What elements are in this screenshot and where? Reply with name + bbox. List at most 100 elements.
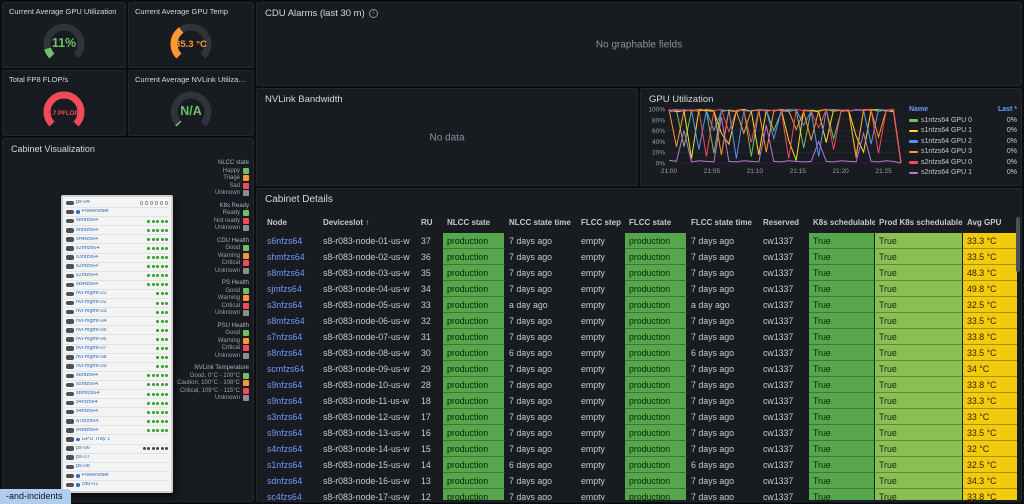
info-icon[interactable]: i: [369, 9, 378, 18]
rack-row-shnfzs64[interactable]: shnfzs64: [65, 226, 169, 235]
column-header-nlcc-state[interactable]: NLCC state: [443, 213, 505, 233]
cell-node[interactable]: sdnfzs64: [263, 473, 319, 489]
rack-row-powershelf[interactable]: Powershelf: [65, 208, 169, 217]
cell-node[interactable]: s3nfzs64: [263, 409, 319, 425]
empty-state-message: No data: [257, 133, 637, 144]
rack-row-nvl-mgmt-08[interactable]: nvl-mgmt-08: [65, 354, 169, 363]
chart-legend-item[interactable]: s1nfzs64 GPU 00%: [909, 115, 1017, 126]
column-header-reserved[interactable]: Reserved: [759, 213, 809, 233]
column-header-deviceslot[interactable]: Deviceslot ↑: [319, 213, 417, 233]
rack-row-s4dfzs64[interactable]: s4dfzs64: [65, 426, 169, 435]
rack-row-nvl-mgmt-09[interactable]: nvl-mgmt-09: [65, 363, 169, 372]
svg-text:21:00: 21:00: [661, 168, 678, 175]
table-scrollbar[interactable]: [1016, 217, 1020, 272]
rack-row-s3nfzs64[interactable]: s3nfzs64: [65, 254, 169, 263]
panel-title[interactable]: CDU Alarms (last 30 m) i: [257, 3, 1021, 19]
column-header-flcc-state[interactable]: FLCC state: [625, 213, 687, 233]
cell-node[interactable]: s9nfzs64: [263, 377, 319, 393]
rack-row-s4nfzs64[interactable]: s4nfzs64: [65, 408, 169, 417]
cell-node[interactable]: s9nfzs64: [263, 425, 319, 441]
rack-row-ps-08[interactable]: ps-08: [65, 463, 169, 472]
cell-node[interactable]: s3nfzs64: [263, 297, 319, 313]
cell-node[interactable]: s7nfzs64: [263, 329, 319, 345]
status-dot: [161, 420, 164, 423]
column-header-avg-gpu[interactable]: Avg GPU: [963, 213, 1017, 233]
chart-legend-item[interactable]: s1nfzs64 GPU 10%: [909, 126, 1017, 137]
cell-node[interactable]: sc4fzs64: [263, 489, 319, 500]
legend-last-header[interactable]: Last *: [998, 104, 1017, 115]
panel-title[interactable]: Cabinet Details: [257, 189, 1021, 205]
status-dots: [147, 429, 168, 432]
panel-title[interactable]: GPU Utilization: [641, 89, 1021, 105]
column-header-ru[interactable]: RU: [417, 213, 443, 233]
cell-avg-gpu: 33.5 °C: [963, 249, 1017, 265]
rack-row-powershelf[interactable]: Powershelf: [65, 472, 169, 481]
panel-title[interactable]: NVLink Bandwidth: [257, 89, 637, 105]
cell-node[interactable]: s1nfzs64: [263, 457, 319, 473]
chart-legend-item[interactable]: s2nfzs64 GPU 10%: [909, 168, 1017, 179]
cell-ru: 33: [417, 297, 443, 313]
rack-row-s8nfzs64[interactable]: s8nfzs64: [65, 372, 169, 381]
chart-legend-item[interactable]: s1nfzs64 GPU 30%: [909, 147, 1017, 158]
legend-name-header[interactable]: Name: [909, 104, 928, 115]
rack-row-s2nfzs64[interactable]: s2nfzs64: [65, 263, 169, 272]
panel-title[interactable]: Cabinet Visualization: [3, 139, 253, 154]
cell-node[interactable]: s8mfzs64: [263, 313, 319, 329]
rack-row-s5nfzs64[interactable]: s5nfzs64: [65, 381, 169, 390]
cell-node[interactable]: s9nfzs64: [263, 393, 319, 409]
cell-node[interactable]: s8nfzs64: [263, 345, 319, 361]
legend-color-chip: [243, 210, 249, 216]
cell-node[interactable]: s6nfzs64: [263, 233, 319, 249]
cell-node[interactable]: shmfzs64: [263, 249, 319, 265]
panel-title[interactable]: Total FP8 FLOP/s: [3, 71, 125, 84]
column-header-flcc-step[interactable]: FLCC step: [577, 213, 625, 233]
cell-ru: 31: [417, 329, 443, 345]
cell-flcc-state-time: 7 days ago: [687, 425, 759, 441]
cell-node[interactable]: sjmfzs64: [263, 281, 319, 297]
status-dot: [165, 447, 168, 450]
rack-row-gpu-tray-1[interactable]: GPU Tray 1: [65, 435, 169, 444]
panel-title[interactable]: Current Average GPU Utilization: [3, 3, 125, 16]
rack-row-nvl-mgmt-04[interactable]: nvl-mgmt-04: [65, 317, 169, 326]
rack-row-nvl-mgmt-02[interactable]: nvl-mgmt-02: [65, 299, 169, 308]
legend-color-chip: [243, 225, 249, 231]
rack-row-cdu-01[interactable]: cdu-01: [65, 481, 169, 489]
rack-row-s2mfzs64[interactable]: s2mfzs64: [65, 244, 169, 253]
cell-deviceslot: s8-r083-node-09-us-w: [319, 361, 417, 377]
rack-row-nvl-mgmt-07[interactable]: nvl-mgmt-07: [65, 345, 169, 354]
column-header-prod-k8s-schedulable[interactable]: Prod K8s schedulable: [875, 213, 963, 233]
chart-legend-item[interactable]: s2nfzs64 GPU 00%: [909, 157, 1017, 168]
rack-row-ps-06[interactable]: ps-06: [65, 445, 169, 454]
rack-row-a7bfzs64[interactable]: a7bfzs64: [65, 417, 169, 426]
column-header-nlcc-state-time[interactable]: NLCC state time: [505, 213, 577, 233]
rack-row-sh4fzs64[interactable]: sh4fzs64: [65, 235, 169, 244]
cell-node[interactable]: s4nfzs64: [263, 441, 319, 457]
status-dots: [147, 274, 168, 277]
rack-row-sbmfzs64[interactable]: sbmfzs64: [65, 390, 169, 399]
gauge-slot: 35.3 °C: [129, 16, 253, 66]
rack-row-nvl-mgmt-01[interactable]: nvl-mgmt-01: [65, 290, 169, 299]
status-dots: [140, 201, 169, 205]
rack-row-s2hfzs64[interactable]: s2hfzs64: [65, 272, 169, 281]
rack-row-s8nfzs64[interactable]: s8nfzs64: [65, 217, 169, 226]
chart-legend-item[interactable]: s1nfzs64 GPU 20%: [909, 136, 1017, 147]
panel-title[interactable]: Current Average GPU Temp: [129, 3, 253, 16]
column-header-node[interactable]: Node: [263, 213, 319, 233]
column-header-k8s-schedulable[interactable]: K8s schedulable: [809, 213, 875, 233]
rack-row-s4cfzs64[interactable]: s4cfzs64: [65, 399, 169, 408]
rack-row-nvl-mgmt-06[interactable]: nvl-mgmt-06: [65, 335, 169, 344]
cell-nlcc-state-time: 7 days ago: [505, 425, 577, 441]
panel-title[interactable]: Current Average NVLink Utilization: [129, 71, 253, 84]
cell-node[interactable]: s8mfzs64: [263, 265, 319, 281]
rack-row-nvl-mgmt-03[interactable]: nvl-mgmt-03: [65, 308, 169, 317]
column-header-flcc-state-time[interactable]: FLCC state time: [687, 213, 759, 233]
cell-flcc-step: empty: [577, 457, 625, 473]
rack-row-sb4fzs64[interactable]: sb4fzs64: [65, 281, 169, 290]
rack-row-ps-07[interactable]: ps-07: [65, 454, 169, 463]
rack-row-ps-04[interactable]: ps-04: [65, 199, 169, 208]
cell-node[interactable]: scmfzs64: [263, 361, 319, 377]
rack-row-nvl-mgmt-05[interactable]: nvl-mgmt-05: [65, 326, 169, 335]
legend-item: Unknown: [215, 225, 249, 231]
cell-nlcc-state-time: 7 days ago: [505, 393, 577, 409]
cell-nlcc-state-time: 7 days ago: [505, 489, 577, 500]
